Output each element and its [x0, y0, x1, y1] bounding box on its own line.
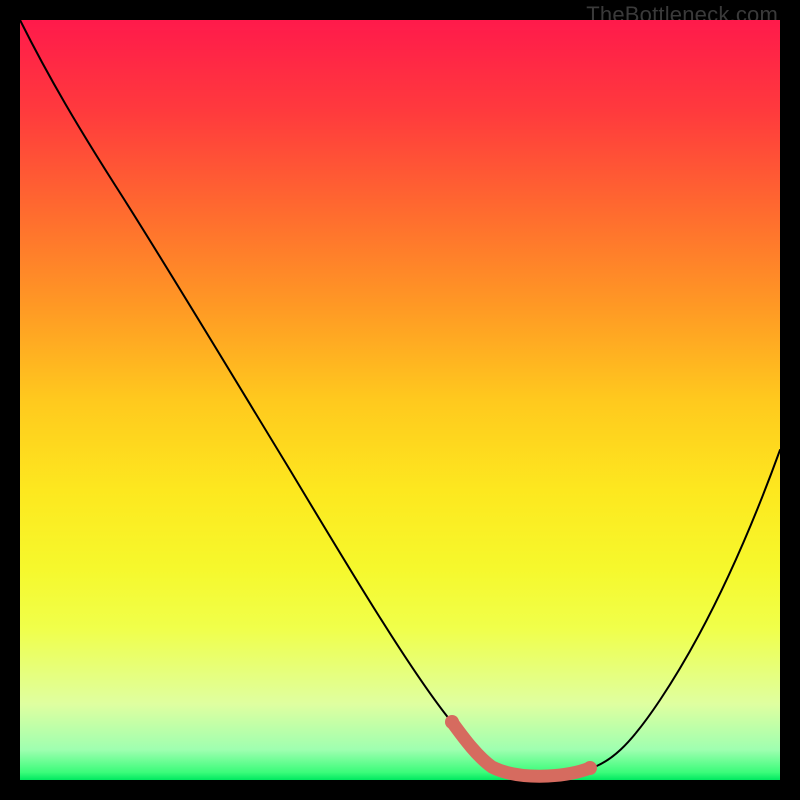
optimal-range-start-dot	[445, 715, 459, 729]
optimal-range-highlight-line	[452, 722, 590, 776]
bottleneck-curve-line	[20, 20, 780, 775]
curve-svg	[20, 20, 780, 780]
chart-frame: TheBottleneck.com	[0, 0, 800, 800]
chart-plot-area	[20, 20, 780, 780]
optimal-range-end-dot	[583, 761, 597, 775]
